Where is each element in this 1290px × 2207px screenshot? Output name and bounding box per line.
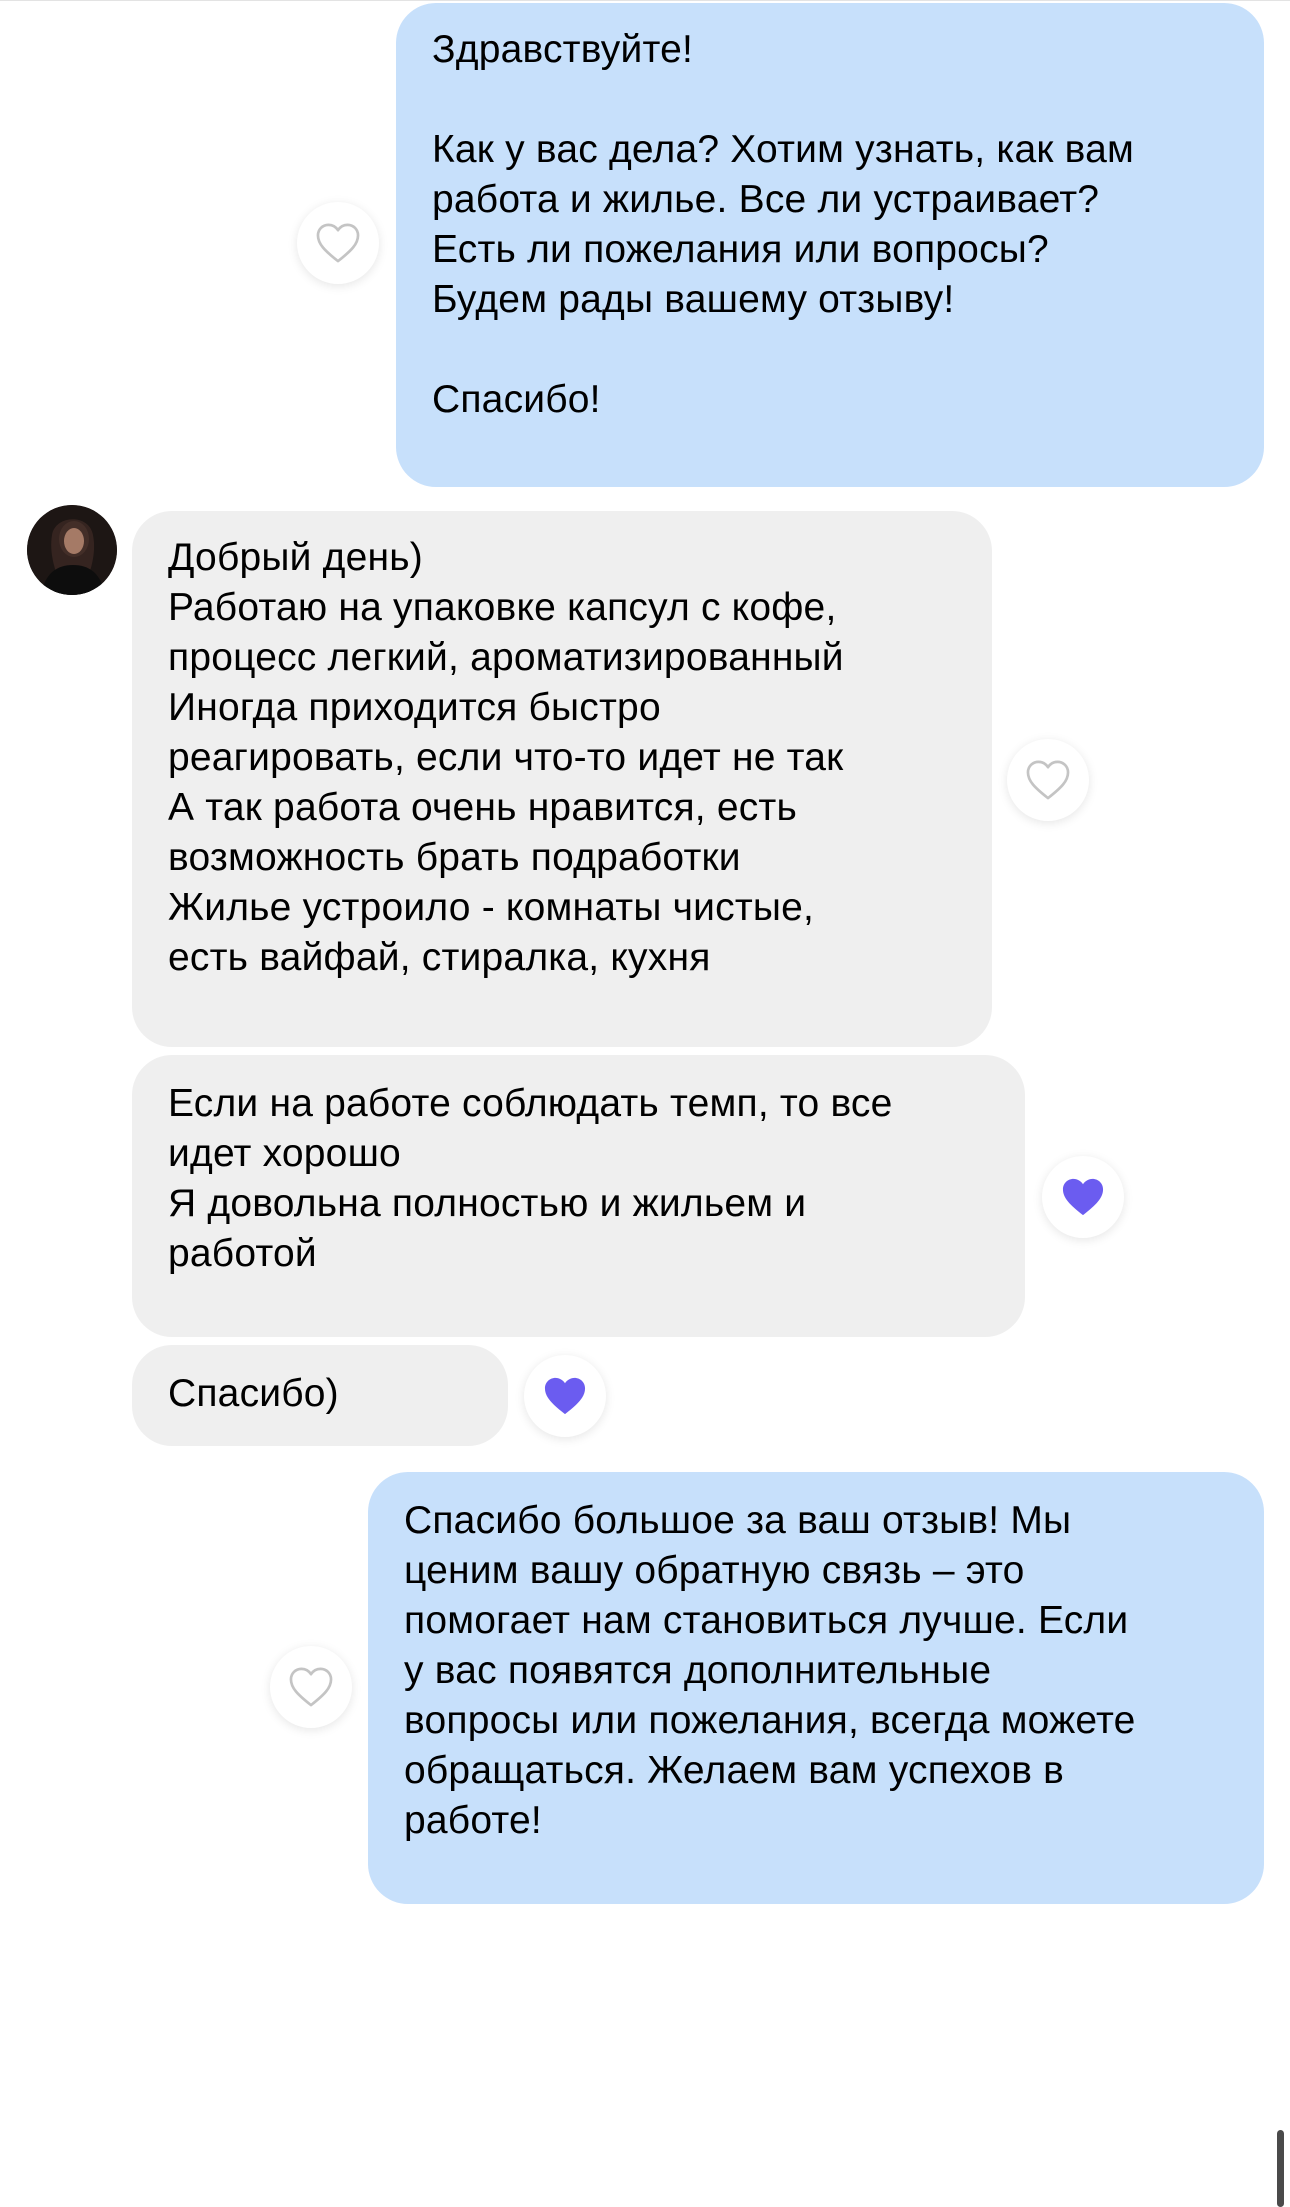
- top-divider: [0, 0, 1290, 1]
- reaction-button-message-1[interactable]: [297, 202, 379, 284]
- heart-outline-icon: [316, 223, 360, 263]
- scrollbar[interactable]: [1277, 2130, 1284, 2207]
- message-outgoing-2[interactable]: Спасибо большое за ваш отзыв! Мы ценим в…: [368, 1472, 1264, 1904]
- heart-filled-icon: [544, 1377, 586, 1415]
- heart-outline-icon: [1026, 760, 1070, 800]
- reaction-button-message-2[interactable]: [1007, 739, 1089, 821]
- reaction-button-message-5[interactable]: [270, 1646, 352, 1728]
- chat-thread: Здравствуйте! Как у вас дела? Хотим узна…: [0, 0, 1290, 2207]
- message-outgoing-1[interactable]: Здравствуйте! Как у вас дела? Хотим узна…: [396, 3, 1264, 487]
- reaction-button-message-3[interactable]: [1042, 1156, 1124, 1238]
- sender-avatar[interactable]: [27, 505, 117, 595]
- message-incoming-2[interactable]: Если на работе соблюдать темп, то все ид…: [132, 1055, 1025, 1337]
- heart-filled-icon: [1062, 1178, 1104, 1216]
- avatar-image: [27, 505, 117, 595]
- heart-outline-icon: [289, 1667, 333, 1707]
- reaction-button-message-4[interactable]: [524, 1355, 606, 1437]
- message-incoming-1[interactable]: Добрый день) Работаю на упаковке капсул …: [132, 511, 992, 1047]
- message-incoming-3[interactable]: Спасибо): [132, 1345, 508, 1446]
